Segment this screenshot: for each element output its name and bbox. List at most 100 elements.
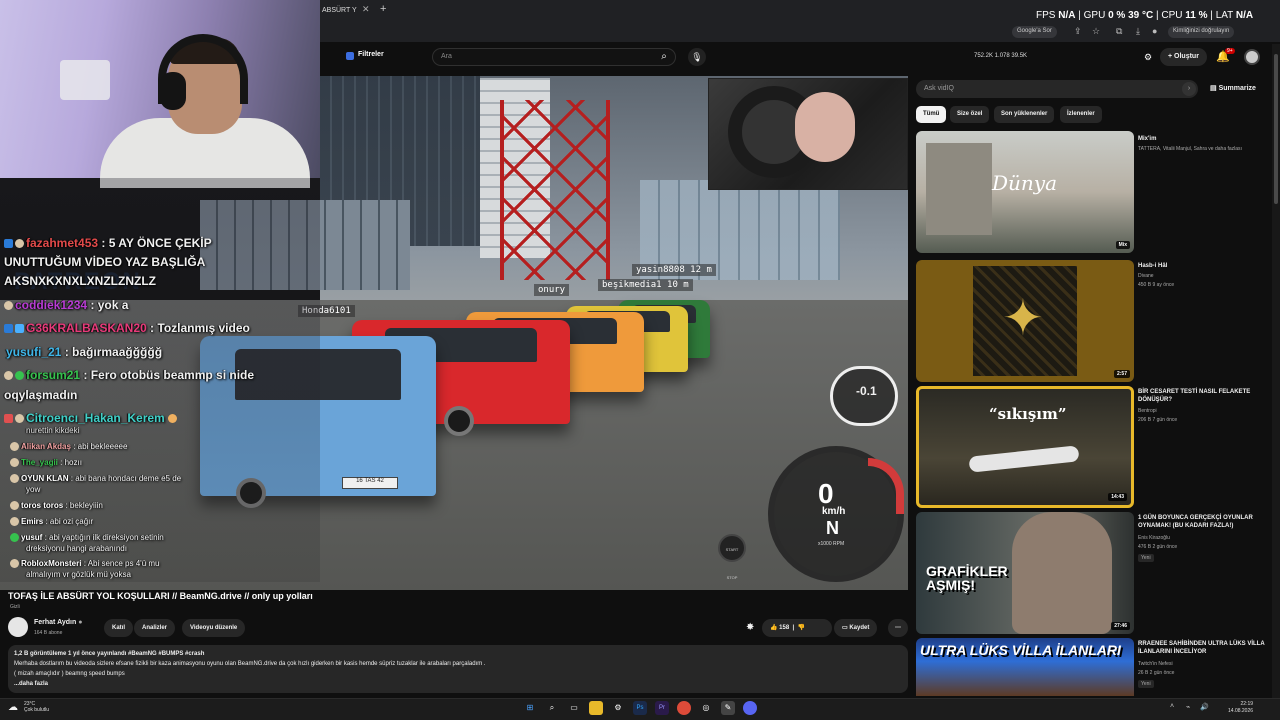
- weather-desc: Çok bulutlu: [24, 707, 50, 713]
- profile-icon[interactable]: ●: [1152, 26, 1157, 36]
- thumb-figure: [968, 445, 1080, 473]
- chat-small-user: Alikan Akdaş: [21, 442, 71, 451]
- filters-button[interactable]: Filtreler: [358, 51, 384, 58]
- like-dislike-group[interactable]: 👍 158 | 👎: [762, 619, 832, 637]
- chat-text: : 5 AY ÖNCE ÇEKİP: [101, 236, 212, 250]
- chat-message: fazahmet453 : 5 AY ÖNCE ÇEKİP: [4, 236, 212, 250]
- fps-label: FPS: [1036, 10, 1056, 21]
- show-more-link[interactable]: ...daha fazla: [14, 681, 48, 687]
- windows-start-icon[interactable]: ⊞: [523, 701, 537, 715]
- duration-badge: Mix: [1115, 241, 1130, 249]
- obs-app-icon[interactable]: ✎: [721, 701, 735, 715]
- thumb-face: [1012, 512, 1112, 634]
- settings-gear-icon[interactable]: ⚙: [611, 701, 625, 715]
- chat-small-text: yow: [26, 485, 41, 494]
- chat-message: UNUTTUĞUM VİDEO YAZ BAŞLIĞA: [4, 255, 205, 269]
- chrome-icon[interactable]: [677, 701, 691, 715]
- search-input[interactable]: Ara: [432, 48, 676, 66]
- rec-thumbnail[interactable]: “sıkışım” 14:43: [916, 386, 1134, 508]
- weather-widget[interactable]: 23°C Çok bulutlu: [24, 701, 49, 713]
- chat-small-message: yow: [26, 485, 40, 494]
- thumbs-up-icon[interactable]: 👍: [770, 625, 777, 631]
- rec-title[interactable]: RRAENEE SAHİBİNDEN ULTRA LÜKS VİLLA İLAN…: [1138, 640, 1266, 656]
- chip-for-you[interactable]: Size özel: [950, 106, 990, 123]
- send-arrow-icon[interactable]: ›: [1182, 82, 1196, 96]
- share-icon[interactable]: ⇪: [1074, 26, 1082, 37]
- premiere-icon[interactable]: Pr: [655, 701, 669, 715]
- video-title: TOFAŞ İLE ABSÜRT YOL KOŞULLARI // BeamNG…: [8, 591, 313, 601]
- rec-title[interactable]: Hasb-i Hâl: [1138, 262, 1266, 270]
- rec-channel: Divane: [1138, 273, 1154, 279]
- chat-small-text: : abi yaptığın ilk direksiyon setinin: [44, 533, 164, 542]
- chat-small-text: : abi bana hondacı deme e5 de: [70, 474, 182, 483]
- rec-thumbnail[interactable]: ✦ 2:57: [916, 260, 1134, 382]
- chat-small-user: toros toros: [21, 501, 64, 510]
- views-line: 1,2 B görüntüleme 1 yıl önce yayınlandı …: [14, 651, 205, 657]
- filter-icon[interactable]: [346, 52, 354, 60]
- chat-small-message: Emirs : abi ozi çağır: [10, 517, 93, 527]
- join-button[interactable]: Katıl: [104, 619, 134, 637]
- chat-user: forsum21: [26, 368, 81, 382]
- thumbs-down-icon[interactable]: 👎: [798, 625, 805, 631]
- close-tab-icon[interactable]: ✕: [362, 4, 370, 15]
- clock-date: 14.08.2026: [1228, 708, 1254, 714]
- mic-icon[interactable]: 🎙: [688, 48, 706, 66]
- summarize-button[interactable]: ▤ Summarize: [1210, 84, 1256, 92]
- tray-volume-icon[interactable]: 🔊: [1200, 703, 1209, 711]
- tray-network-icon[interactable]: ⌁: [1186, 703, 1190, 711]
- chip-all[interactable]: Tümü: [916, 106, 947, 123]
- chat-text: : bağırmaağğğğğ: [64, 345, 163, 359]
- rec-title[interactable]: Mix'im: [1138, 135, 1266, 143]
- discord-icon[interactable]: [743, 701, 757, 715]
- channel-name[interactable]: Ferhat Aydın ●: [34, 619, 82, 626]
- new-tab-icon[interactable]: +: [380, 3, 386, 15]
- rec-title[interactable]: BİR CESARET TESTİ NASIL FELAKETE DÖNÜŞÜR…: [1138, 388, 1266, 404]
- scrollbar-thumb[interactable]: [1274, 54, 1278, 204]
- save-icon: ▭: [842, 625, 848, 631]
- chat-message: oqylaşmadın: [4, 388, 77, 402]
- rec-thumbnail[interactable]: ULTRA LÜKS VİLLA İLANLARI: [916, 638, 1134, 696]
- rec-thumbnail[interactable]: Dünya Mix: [916, 131, 1134, 253]
- system-clock[interactable]: 22:19 14.08.2026: [1228, 701, 1253, 715]
- bookmark-star-icon[interactable]: ☆: [1092, 26, 1100, 37]
- rec-thumbnail[interactable]: GRAFİKLER AŞMIŞ! 27:46: [916, 512, 1134, 634]
- signin-chip[interactable]: Kimliğinizi doğrulayın: [1168, 26, 1235, 38]
- tray-chevron-icon[interactable]: ˄: [1170, 703, 1174, 710]
- more-options-icon[interactable]: ⋯: [888, 619, 908, 637]
- photoshop-icon[interactable]: Ps: [633, 701, 647, 715]
- file-explorer-icon[interactable]: [589, 701, 603, 715]
- edit-video-button[interactable]: Videoyu düzenle: [182, 619, 246, 637]
- save-button[interactable]: ▭ Kaydet: [834, 619, 878, 637]
- fps-value: N/A: [1058, 10, 1076, 21]
- task-view-icon[interactable]: ▭: [567, 701, 581, 715]
- create-label: Oluştur: [1174, 53, 1199, 60]
- performance-overlay: FPS N/A | GPU 0 % 39 °C | CPU 11 % | LAT…: [1036, 10, 1254, 21]
- search-icon[interactable]: ⌕: [652, 48, 676, 66]
- weather-cloud-icon[interactable]: ☁: [8, 702, 18, 713]
- chat-small-text: almalıyım vr gözlük mü yoksa: [26, 570, 131, 579]
- chat-text: : Fero otobüs beammp si nide: [83, 368, 255, 382]
- chip-watched[interactable]: İzlenenler: [1060, 106, 1102, 123]
- vidiq-icon[interactable]: ✸: [746, 622, 754, 633]
- google-ask-chip[interactable]: Google'a Sor: [1012, 26, 1057, 38]
- chat-message: Citroencı_Hakan_Kerem: [4, 411, 179, 425]
- rec-title[interactable]: 1 GÜN BOYUNCA GERÇEKÇİ OYUNLAR OYNAMAK! …: [1138, 514, 1266, 530]
- analytics-button[interactable]: Analizler: [134, 619, 176, 637]
- settings-gear-icon[interactable]: ⚙: [1144, 52, 1152, 63]
- rpm-label: x1000 RPM: [818, 541, 845, 547]
- steam-icon[interactable]: ◎: [699, 701, 713, 715]
- chat-small-user: RobloxMonsteri: [21, 559, 82, 568]
- chip-recent[interactable]: Son yüklenenler: [994, 106, 1055, 123]
- chat-small-message: almalıyım vr gözlük mü yoksa: [26, 570, 131, 579]
- new-badge: Yeni: [1138, 554, 1154, 562]
- downloads-icon[interactable]: ⤓: [1136, 26, 1140, 37]
- channel-avatar[interactable]: [8, 617, 28, 637]
- create-button[interactable]: + Oluştur: [1160, 48, 1207, 66]
- ask-vidiq-input[interactable]: Ask vidIQ: [916, 80, 1198, 98]
- small-gauge-value: -0.1: [856, 384, 877, 398]
- search-icon[interactable]: ⌕: [545, 701, 559, 715]
- account-avatar[interactable]: [1244, 49, 1260, 65]
- chat-small-user: Emirs: [21, 517, 44, 526]
- notification-badge: 9+: [1225, 48, 1235, 54]
- extensions-icon[interactable]: ⧉: [1116, 26, 1122, 37]
